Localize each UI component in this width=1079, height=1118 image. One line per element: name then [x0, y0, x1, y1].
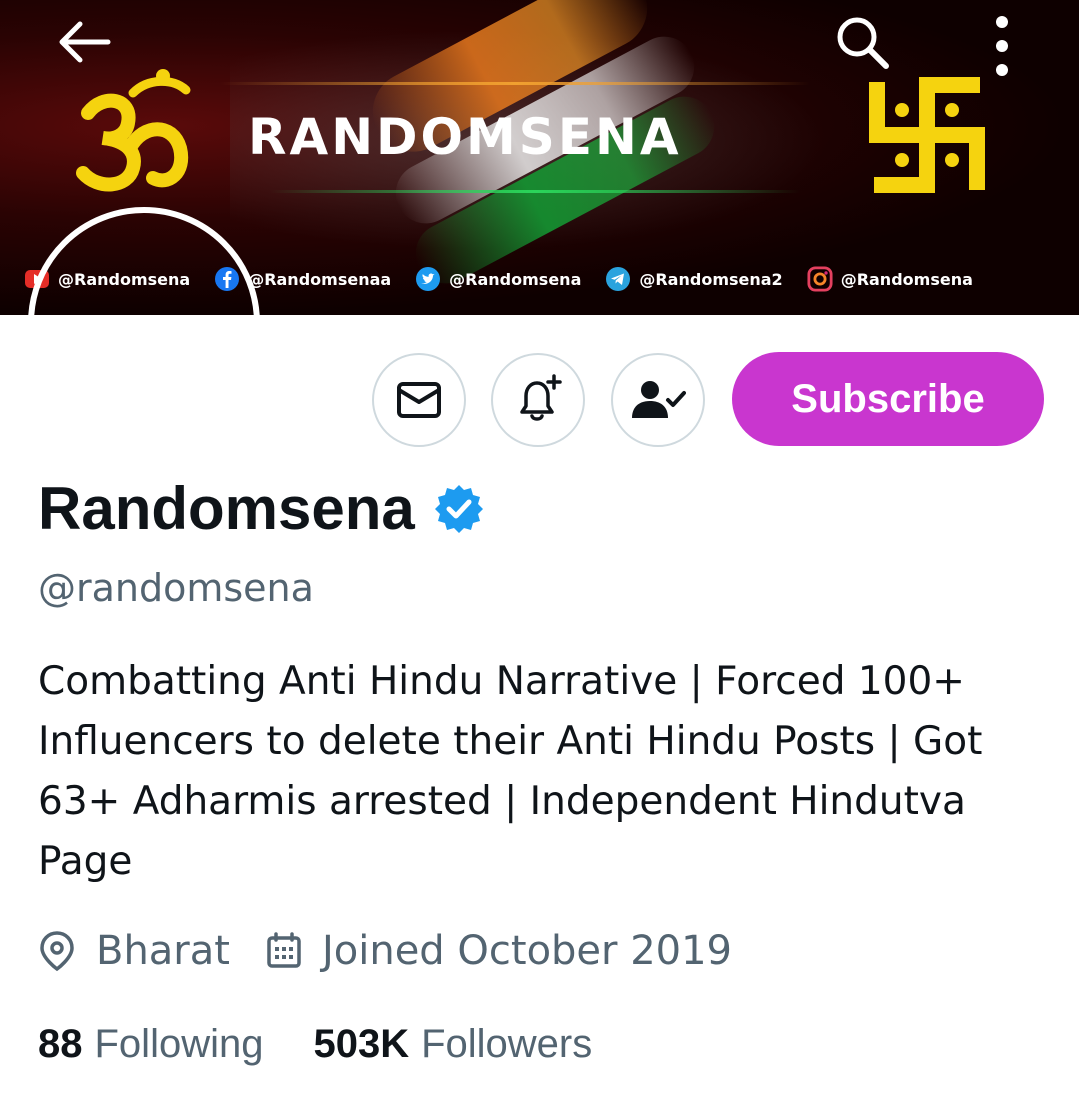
- followers-count[interactable]: 503K: [313, 1022, 409, 1067]
- profile-location: Bharat: [38, 928, 230, 974]
- notifications-button[interactable]: [491, 353, 585, 447]
- profile-stats: 88 Following 503K Followers: [38, 1022, 642, 1067]
- search-button[interactable]: [820, 0, 904, 84]
- avatar[interactable]: [28, 207, 260, 315]
- banner-line-bottom: [270, 190, 800, 193]
- profile-name-row: Randomsena: [38, 474, 485, 543]
- telegram-icon: [605, 266, 631, 292]
- profile-banner[interactable]: RANDOMSENA @Randomsena @Randomsenaa @Ran…: [0, 0, 1079, 315]
- swastika-symbol-icon: [869, 77, 985, 193]
- social-handle-text: @Randomsena: [840, 269, 973, 289]
- social-telegram: @Randomsena2: [605, 266, 783, 292]
- following-count[interactable]: 88: [38, 1022, 83, 1067]
- following-button[interactable]: [611, 353, 705, 447]
- more-vertical-icon: [996, 16, 1008, 76]
- calendar-icon: [267, 932, 301, 968]
- profile-handle: @randomsena: [38, 566, 314, 610]
- subscribe-button[interactable]: Subscribe: [732, 352, 1044, 446]
- location-text: Bharat: [96, 928, 230, 974]
- message-button[interactable]: [372, 353, 466, 447]
- om-symbol-icon: [76, 69, 191, 192]
- followers-label[interactable]: Followers: [421, 1022, 592, 1067]
- profile-meta: Bharat Joined October 2019: [38, 928, 768, 974]
- mail-icon: [397, 382, 441, 418]
- location-pin-icon: [40, 931, 74, 972]
- search-icon: [837, 17, 889, 69]
- verified-badge-icon[interactable]: [433, 483, 485, 535]
- profile-joined: Joined October 2019: [266, 928, 732, 974]
- back-button[interactable]: [42, 0, 126, 84]
- social-instagram: @Randomsena: [807, 266, 973, 292]
- arrow-left-icon: [59, 21, 111, 63]
- following-label[interactable]: Following: [95, 1022, 264, 1067]
- profile-bio: Combatting Anti Hindu Narrative | Forced…: [38, 659, 983, 884]
- banner-line-top: [220, 82, 810, 85]
- social-handle-text: @Randomsena: [449, 269, 582, 289]
- bell-plus-icon: [520, 374, 562, 421]
- social-twitter: @Randomsena: [415, 266, 581, 292]
- following-check-icon: [632, 381, 686, 418]
- twitter-icon: [415, 266, 441, 292]
- instagram-icon: [807, 266, 833, 292]
- joined-text: Joined October 2019: [321, 928, 732, 974]
- social-handle-text: @Randomsena2: [639, 269, 783, 289]
- banner-brand-text: RANDOMSENA: [248, 108, 682, 166]
- more-options-button[interactable]: [960, 0, 1044, 84]
- social-handle-text: @Randomsenaa: [248, 269, 392, 289]
- profile-name: Randomsena: [38, 475, 415, 542]
